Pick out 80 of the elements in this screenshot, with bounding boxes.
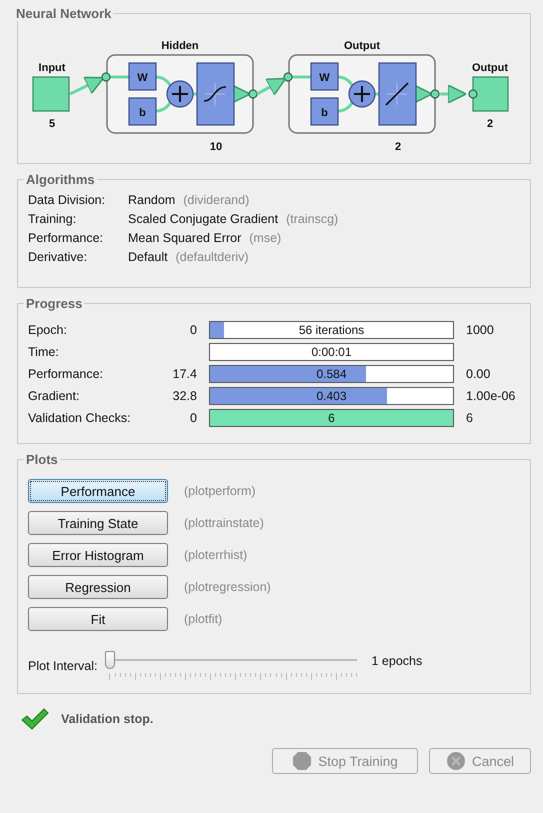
progress-label: Epoch: (28, 323, 68, 337)
function-name: (plotregression) (184, 580, 271, 594)
sum-icon (348, 80, 376, 108)
bias-block: b (310, 97, 339, 126)
plot-button[interactable]: Training State (28, 511, 168, 535)
interval-value: 1 epochs (371, 654, 422, 668)
status-message: Validation stop. (61, 712, 154, 726)
layer-title: Hidden (161, 40, 199, 52)
panel-title: Algorithms (25, 172, 96, 187)
function-name: (mse) (249, 231, 282, 245)
algorithm-label: Training: (28, 212, 78, 226)
bar-reading: 0.403 (315, 388, 348, 404)
layer-size: 10 (210, 141, 222, 153)
output-size: 2 (486, 118, 494, 130)
start-value: 32.8 (172, 389, 197, 403)
node-dot (248, 89, 258, 99)
input-size: 5 (48, 118, 56, 130)
connector-line (338, 76, 356, 89)
end-value: 1000 (466, 323, 495, 337)
connector-arrow (440, 84, 467, 104)
interval-slider[interactable] (105, 651, 358, 681)
start-value: 0 (189, 323, 197, 337)
node-dot (101, 72, 111, 82)
weight-block: W (310, 62, 339, 91)
plot-button[interactable]: Fit (28, 607, 168, 631)
algorithm-value: Random (128, 193, 176, 207)
function-name: (dividerand) (183, 193, 250, 207)
sigmoid-block (196, 62, 235, 126)
end-value: 1.00e-06 (466, 389, 516, 403)
connector-line (156, 76, 174, 89)
panel-title: Progress (25, 296, 84, 311)
connector-arrow (256, 78, 286, 96)
bar-reading: 0.584 (315, 366, 348, 382)
linear-block (378, 62, 417, 126)
sum-icon (166, 80, 194, 108)
plot-button[interactable]: Performance (28, 479, 168, 503)
output-label: Output (472, 62, 508, 74)
algorithm-label: Derivative: (28, 250, 88, 264)
algorithm-value: Default (128, 250, 168, 264)
node-dot (468, 89, 478, 99)
panel-title: Plots (25, 452, 59, 467)
end-value: 6 (466, 411, 474, 425)
start-value: 0 (189, 411, 197, 425)
bar-reading: 56 iterations (298, 322, 366, 338)
progress-label: Performance: (28, 367, 104, 381)
bias-block: b (128, 97, 157, 126)
plot-button[interactable]: Error Histogram (28, 543, 168, 567)
function-name: (plotfit) (184, 612, 222, 626)
function-name: (trainscg) (286, 212, 338, 226)
connector-line (156, 99, 174, 112)
checkmark-icon (21, 708, 49, 730)
node-dot (430, 89, 440, 99)
node-dot (283, 72, 293, 82)
algorithm-value: Scaled Conjugate Gradient (128, 212, 278, 226)
connector-line (338, 99, 356, 112)
layer-title: Output (344, 40, 380, 52)
start-value: 17.4 (172, 367, 197, 381)
function-name: (defaultderiv) (176, 250, 249, 264)
layer-size: 2 (394, 141, 402, 153)
cancel-icon (446, 751, 466, 771)
stop-sign-icon (292, 751, 312, 771)
function-name: (plottrainstate) (184, 516, 264, 530)
function-name: (plotperform) (184, 484, 256, 498)
end-value: 0.00 (466, 367, 492, 381)
input-label: Input (38, 62, 66, 74)
input-node (32, 76, 70, 112)
algorithm-value: Mean Squared Error (128, 231, 242, 245)
panel-title: Neural Network (15, 6, 112, 21)
algorithm-label: Data Division: (28, 193, 106, 207)
plot-button[interactable]: Regression (28, 575, 168, 599)
connector-arrow (69, 76, 104, 96)
interval-label: Plot Interval: (28, 659, 98, 673)
progress-label: Gradient: (28, 389, 80, 403)
progress-label: Time: (28, 345, 60, 359)
output-node (472, 76, 509, 112)
bar-reading: 6 (327, 410, 336, 426)
algorithm-label: Performance: (28, 231, 104, 245)
weight-block: W (128, 62, 157, 91)
progress-label: Validation Checks: (28, 411, 132, 425)
function-name: (ploterrhist) (184, 548, 248, 562)
